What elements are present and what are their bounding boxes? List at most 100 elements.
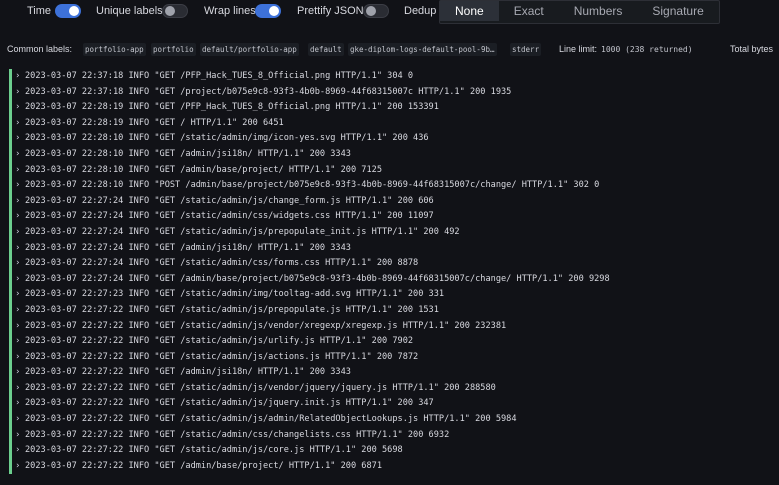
dedup-signature-button[interactable]: Signature — [637, 1, 718, 21]
chevron-right-icon[interactable]: › — [15, 69, 20, 85]
log-row[interactable]: › 2023-03-07 22:37:18 INFO "GET /PFP_Hack… — [9, 69, 779, 85]
log-row[interactable]: › 2023-03-07 22:27:23 INFO "GET /static/a… — [9, 287, 779, 303]
log-line-text: 2023-03-07 22:27:24 INFO "GET /static/ad… — [25, 211, 434, 222]
log-row[interactable]: › 2023-03-07 22:27:22 INFO "GET /static/a… — [9, 396, 779, 413]
log-row[interactable]: › 2023-03-07 22:27:24 INFO "GET /static/a… — [9, 224, 779, 241]
log-level-bar — [9, 224, 12, 241]
log-line-text: 2023-03-07 22:27:22 INFO "GET /static/ad… — [25, 429, 450, 440]
log-level-bar — [9, 443, 12, 459]
log-row[interactable]: › 2023-03-07 22:27:22 INFO "GET /static/a… — [9, 443, 779, 459]
chevron-right-icon[interactable]: › — [15, 272, 20, 288]
time-toggle[interactable] — [55, 4, 81, 18]
dedup-none-button[interactable]: None — [440, 1, 499, 21]
chevron-right-icon[interactable]: › — [15, 194, 20, 210]
log-row[interactable]: › 2023-03-07 22:37:18 INFO "GET /project/… — [9, 84, 779, 101]
log-row[interactable]: › 2023-03-07 22:27:22 INFO "GET /static/a… — [9, 380, 779, 397]
chevron-right-icon[interactable]: › — [15, 459, 20, 475]
log-level-bar — [9, 162, 12, 179]
common-labels-title: Common labels: — [7, 44, 73, 54]
prettify-json-toggle[interactable] — [363, 4, 389, 18]
log-level-bar — [9, 380, 12, 397]
prettify-json-label: Prettify JSON — [297, 5, 364, 17]
wrap-lines-option: Wrap lines — [204, 3, 256, 19]
chevron-right-icon[interactable]: › — [15, 365, 20, 381]
log-line-text: 2023-03-07 22:27:22 INFO "GET /static/ad… — [25, 336, 414, 347]
log-level-bar — [9, 131, 12, 147]
dedup-numbers-button[interactable]: Numbers — [559, 1, 638, 21]
log-row[interactable]: › 2023-03-07 22:28:10 INFO "GET /static/a… — [9, 131, 779, 147]
chevron-right-icon[interactable]: › — [15, 412, 20, 428]
log-line-text: 2023-03-07 22:28:10 INFO "GET /admin/bas… — [25, 164, 382, 175]
dedup-label: Dedup — [404, 5, 437, 17]
wrap-lines-toggle[interactable] — [255, 4, 281, 18]
log-line-text: 2023-03-07 22:27:22 INFO "GET /static/ad… — [25, 445, 403, 456]
log-row[interactable]: › 2023-03-07 22:28:19 INFO "GET / HTTP/1.… — [9, 115, 779, 132]
log-row[interactable]: › 2023-03-07 22:27:22 INFO "GET /static/a… — [9, 412, 779, 428]
log-level-bar — [9, 115, 12, 132]
log-level-bar — [9, 302, 12, 319]
log-row[interactable]: › 2023-03-07 22:27:24 INFO "GET /admin/js… — [9, 240, 779, 257]
chevron-right-icon[interactable]: › — [15, 85, 20, 101]
log-level-bar — [9, 318, 12, 335]
log-line-text: 2023-03-07 22:27:22 INFO "GET /admin/bas… — [25, 460, 382, 471]
total-bytes-label: Total bytes — [730, 44, 774, 54]
log-line-text: 2023-03-07 22:28:10 INFO "GET /admin/jsi… — [25, 148, 351, 159]
log-row[interactable]: › 2023-03-07 22:27:24 INFO "GET /admin/ba… — [9, 271, 779, 288]
log-line-text: 2023-03-07 22:27:24 INFO "GET /static/ad… — [25, 195, 434, 206]
dedup-segmented-control: None Exact Numbers Signature — [439, 0, 720, 24]
log-line-text: 2023-03-07 22:27:24 INFO "GET /admin/jsi… — [25, 242, 351, 253]
log-line-text: 2023-03-07 22:27:22 INFO "GET /static/ad… — [25, 382, 496, 393]
log-row[interactable]: › 2023-03-07 22:27:22 INFO "GET /static/a… — [9, 349, 779, 366]
chevron-right-icon[interactable]: › — [15, 178, 20, 194]
log-level-bar — [9, 365, 12, 381]
toggle-knob — [165, 6, 175, 16]
chevron-right-icon[interactable]: › — [15, 209, 20, 225]
log-line-text: 2023-03-07 22:27:22 INFO "GET /static/ad… — [25, 304, 439, 315]
chevron-right-icon[interactable]: › — [15, 287, 20, 303]
chevron-right-icon[interactable]: › — [15, 350, 20, 366]
chevron-right-icon[interactable]: › — [15, 319, 20, 335]
label-chip: gke-diplom-logs-default-pool-9b… — [348, 43, 497, 56]
dedup-exact-button[interactable]: Exact — [499, 1, 559, 21]
log-row[interactable]: › 2023-03-07 22:27:22 INFO "GET /static/a… — [9, 318, 779, 335]
chevron-right-icon[interactable]: › — [15, 225, 20, 241]
chevron-right-icon[interactable]: › — [15, 443, 20, 459]
log-level-bar — [9, 412, 12, 428]
log-row[interactable]: › 2023-03-07 22:27:22 INFO "GET /static/a… — [9, 302, 779, 319]
chevron-right-icon[interactable]: › — [15, 163, 20, 179]
time-option: Time — [27, 3, 51, 19]
label-chip: portfolio-app — [83, 43, 146, 56]
label-chip: stderr — [510, 43, 542, 56]
chevron-right-icon[interactable]: › — [15, 303, 20, 319]
chevron-right-icon[interactable]: › — [15, 147, 20, 163]
chevron-right-icon[interactable]: › — [15, 334, 20, 350]
unique-labels-toggle[interactable] — [162, 4, 188, 18]
log-level-bar — [9, 287, 12, 303]
chevron-right-icon[interactable]: › — [15, 381, 20, 397]
log-row[interactable]: › 2023-03-07 22:27:24 INFO "GET /static/a… — [9, 209, 779, 225]
line-limit-value: 1000 (238 returned) — [601, 45, 693, 54]
log-row[interactable]: › 2023-03-07 22:28:10 INFO "POST /admin/b… — [9, 178, 779, 194]
log-lines-list: › 2023-03-07 22:37:18 INFO "GET /PFP_Hack… — [9, 69, 779, 485]
log-row[interactable]: › 2023-03-07 22:28:10 INFO "GET /admin/ba… — [9, 162, 779, 179]
chevron-right-icon[interactable]: › — [15, 241, 20, 257]
log-row[interactable]: › 2023-03-07 22:27:24 INFO "GET /static/a… — [9, 256, 779, 272]
log-level-bar — [9, 427, 12, 444]
log-line-text: 2023-03-07 22:27:24 INFO "GET /admin/bas… — [25, 273, 610, 284]
chevron-right-icon[interactable]: › — [15, 100, 20, 116]
chevron-right-icon[interactable]: › — [15, 256, 20, 272]
wrap-lines-label: Wrap lines — [204, 5, 256, 17]
chevron-right-icon[interactable]: › — [15, 131, 20, 147]
chevron-right-icon[interactable]: › — [15, 116, 20, 132]
log-line-text: 2023-03-07 22:27:22 INFO "GET /static/ad… — [25, 351, 419, 362]
log-row[interactable]: › 2023-03-07 22:27:24 INFO "GET /static/a… — [9, 193, 779, 210]
log-row[interactable]: › 2023-03-07 22:28:10 INFO "GET /admin/js… — [9, 146, 779, 163]
chevron-right-icon[interactable]: › — [15, 396, 20, 412]
log-row[interactable]: › 2023-03-07 22:27:22 INFO "GET /admin/ba… — [9, 458, 779, 475]
log-row[interactable]: › 2023-03-07 22:27:22 INFO "GET /admin/js… — [9, 365, 779, 381]
log-row[interactable]: › 2023-03-07 22:27:22 INFO "GET /static/a… — [9, 427, 779, 444]
log-level-bar — [9, 146, 12, 163]
log-row[interactable]: › 2023-03-07 22:28:19 INFO "GET /PFP_Hack… — [9, 100, 779, 116]
chevron-right-icon[interactable]: › — [15, 428, 20, 444]
log-row[interactable]: › 2023-03-07 22:27:22 INFO "GET /static/a… — [9, 334, 779, 350]
